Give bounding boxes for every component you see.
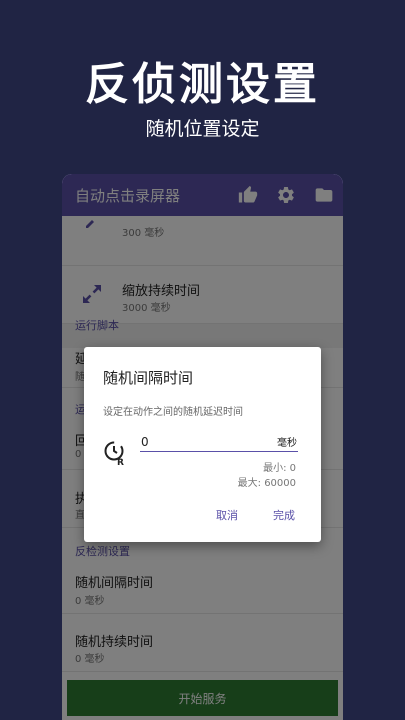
promo-subtitle: 随机位置设定 [145,118,260,140]
promo-title: 反侦测设置 [85,59,320,110]
random-interval-dialog: 随机间隔时间 设定在动作之间的随机延迟时间 R 毫秒 最小: 0 最大: 600… [84,347,321,542]
svg-text:R: R [117,458,124,467]
min-label: 最小: 0 [263,463,296,474]
random-timer-icon: R [104,441,124,467]
cancel-button[interactable]: 取消 [216,507,238,523]
dialog-description: 设定在动作之间的随机延迟时间 [103,407,243,418]
unit-label: 毫秒 [277,438,297,449]
confirm-button[interactable]: 完成 [273,507,295,523]
dialog-title: 随机间隔时间 [103,369,194,387]
max-label: 最大: 60000 [237,478,296,489]
interval-input[interactable] [140,432,298,452]
